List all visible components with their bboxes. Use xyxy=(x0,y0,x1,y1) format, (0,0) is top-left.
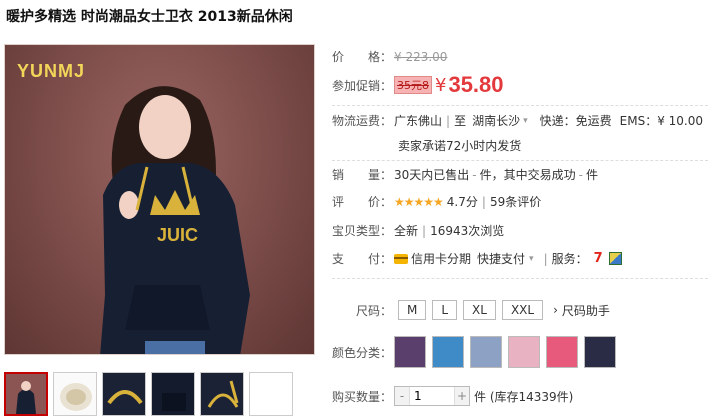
thumbnail-6[interactable] xyxy=(249,372,293,416)
product-title: 暖护多精选 时尚潮品女士卫衣 2013新品休闲 xyxy=(6,9,293,25)
separator: | xyxy=(446,113,451,128)
divider xyxy=(332,160,708,161)
credit-card-icon xyxy=(394,253,408,264)
chevron-right-icon: › xyxy=(553,303,558,317)
color-swatch-6[interactable] xyxy=(584,336,616,368)
shipping-label: 物流运费： xyxy=(332,114,393,128)
divider xyxy=(332,278,708,279)
color-row: 颜色分类： xyxy=(332,336,622,368)
promo-currency: ¥ xyxy=(435,74,447,96)
thumbnail-3[interactable] xyxy=(102,372,146,416)
separator: | xyxy=(422,223,427,238)
qty-decrement-button[interactable]: - xyxy=(395,387,409,405)
ship-note: 卖家承诺72小时内发货 xyxy=(398,139,522,153)
type-value: 全新 xyxy=(394,224,419,238)
view-count: 16943次浏览 xyxy=(430,224,505,238)
rating-label: 评 价： xyxy=(332,195,393,209)
pay-credit-link[interactable]: 信用卡分期 xyxy=(411,250,471,267)
product-main-image[interactable]: YUNMJ JUIC xyxy=(4,44,315,355)
pay-label: 支 付： xyxy=(332,252,393,266)
promo-label: 参加促销： xyxy=(332,78,393,93)
original-price: ¥ 223.00 xyxy=(394,49,448,64)
quantity-stepper: - + xyxy=(394,386,470,406)
payment-row: 支 付： 信用卡分期 快捷支付 ▾ | 服务： 7 xyxy=(332,250,622,267)
sales-text: 30天内已售出 xyxy=(394,168,470,182)
quantity-row: 购买数量： - + 件 (库存14339件) xyxy=(332,386,573,406)
size-option-m[interactable]: M xyxy=(398,300,427,320)
promo-row: 参加促销： 35元8 ¥ 35.80 xyxy=(332,72,504,98)
product-info-panel: 价 格： ¥ 223.00 参加促销： 35元8 ¥ 35.80 物流运费： 广… xyxy=(332,0,708,417)
qty-label: 购买数量： xyxy=(332,389,393,404)
star-rating-icon: ★★★★★ xyxy=(394,194,444,209)
svg-text:JUIC: JUIC xyxy=(157,225,198,245)
sales-success: - xyxy=(578,167,583,182)
stock-text: 件 (库存14339件) xyxy=(474,389,574,404)
thumbnail-1[interactable] xyxy=(4,372,48,416)
thumbnail-strip xyxy=(4,372,293,416)
quantity-input[interactable] xyxy=(409,387,455,405)
promo-tag: 35元8 xyxy=(394,76,432,94)
color-swatch-4[interactable] xyxy=(508,336,540,368)
divider xyxy=(332,105,708,106)
qty-increment-button[interactable]: + xyxy=(455,387,469,405)
separator: | xyxy=(481,194,486,209)
sales-unit: 件，其中交易成功 xyxy=(479,168,576,182)
type-label: 宝贝类型： xyxy=(332,224,393,238)
sales-count: - xyxy=(472,167,477,182)
express-fee: 快递：免运费 xyxy=(539,114,612,128)
size-option-xl[interactable]: XL xyxy=(463,300,496,320)
thumbnail-4[interactable] xyxy=(151,372,195,416)
chevron-down-icon[interactable]: ▾ xyxy=(523,116,528,126)
type-row: 宝贝类型： 全新 | 16943次浏览 xyxy=(332,222,504,239)
price-label: 价 格： xyxy=(332,50,393,64)
chevron-down-icon[interactable]: ▾ xyxy=(529,254,534,264)
size-row: 尺码： M L XL XXL › 尺码助手 xyxy=(332,300,610,320)
price-row: 价 格： ¥ 223.00 xyxy=(332,48,447,65)
ship-to-select[interactable]: 湖南长沙 xyxy=(472,112,520,129)
size-option-xxl[interactable]: XXL xyxy=(501,300,544,320)
sales-row: 销 量： 30天内已售出 - 件，其中交易成功 - 件 xyxy=(332,166,598,183)
ems-fee: EMS：¥ 10.00 xyxy=(619,114,703,128)
color-swatch-5[interactable] xyxy=(546,336,578,368)
thumbnail-5[interactable] xyxy=(200,372,244,416)
separator: | xyxy=(543,251,548,266)
shipping-row: 物流运费： 广东佛山 | 至 湖南长沙 ▾ 快递：免运费 EMS：¥ 10.00 xyxy=(332,112,703,129)
service-label: 服务： xyxy=(551,252,588,266)
thumbnail-2[interactable] xyxy=(53,372,97,416)
color-swatch-2[interactable] xyxy=(432,336,464,368)
verified-icon[interactable] xyxy=(608,252,622,265)
size-option-l[interactable]: L xyxy=(432,300,458,320)
rating-score: 4.7分 xyxy=(446,195,478,209)
pay-fast-link[interactable]: 快捷支付 xyxy=(477,250,525,267)
size-label: 尺码： xyxy=(355,303,392,318)
sales-tail: 件 xyxy=(585,168,598,182)
rating-row: 评 价： ★★★★★ 4.7分 | 59条评价 xyxy=(332,193,541,210)
size-helper-link[interactable]: 尺码助手 xyxy=(562,302,610,319)
ship-to-prefix: 至 xyxy=(454,114,467,128)
color-label: 颜色分类： xyxy=(332,345,393,360)
ship-note-row: 卖家承诺72小时内发货 xyxy=(398,137,521,154)
sales-label: 销 量： xyxy=(332,168,393,182)
seven-day-return-icon[interactable]: 7 xyxy=(594,251,603,266)
color-swatch-3[interactable] xyxy=(470,336,502,368)
model-illustration: JUIC xyxy=(100,86,250,354)
color-swatch-1[interactable] xyxy=(394,336,426,368)
review-count-link[interactable]: 59条评价 xyxy=(490,193,541,210)
promo-price: 35.80 xyxy=(448,72,504,97)
ship-from: 广东佛山 xyxy=(394,114,443,128)
